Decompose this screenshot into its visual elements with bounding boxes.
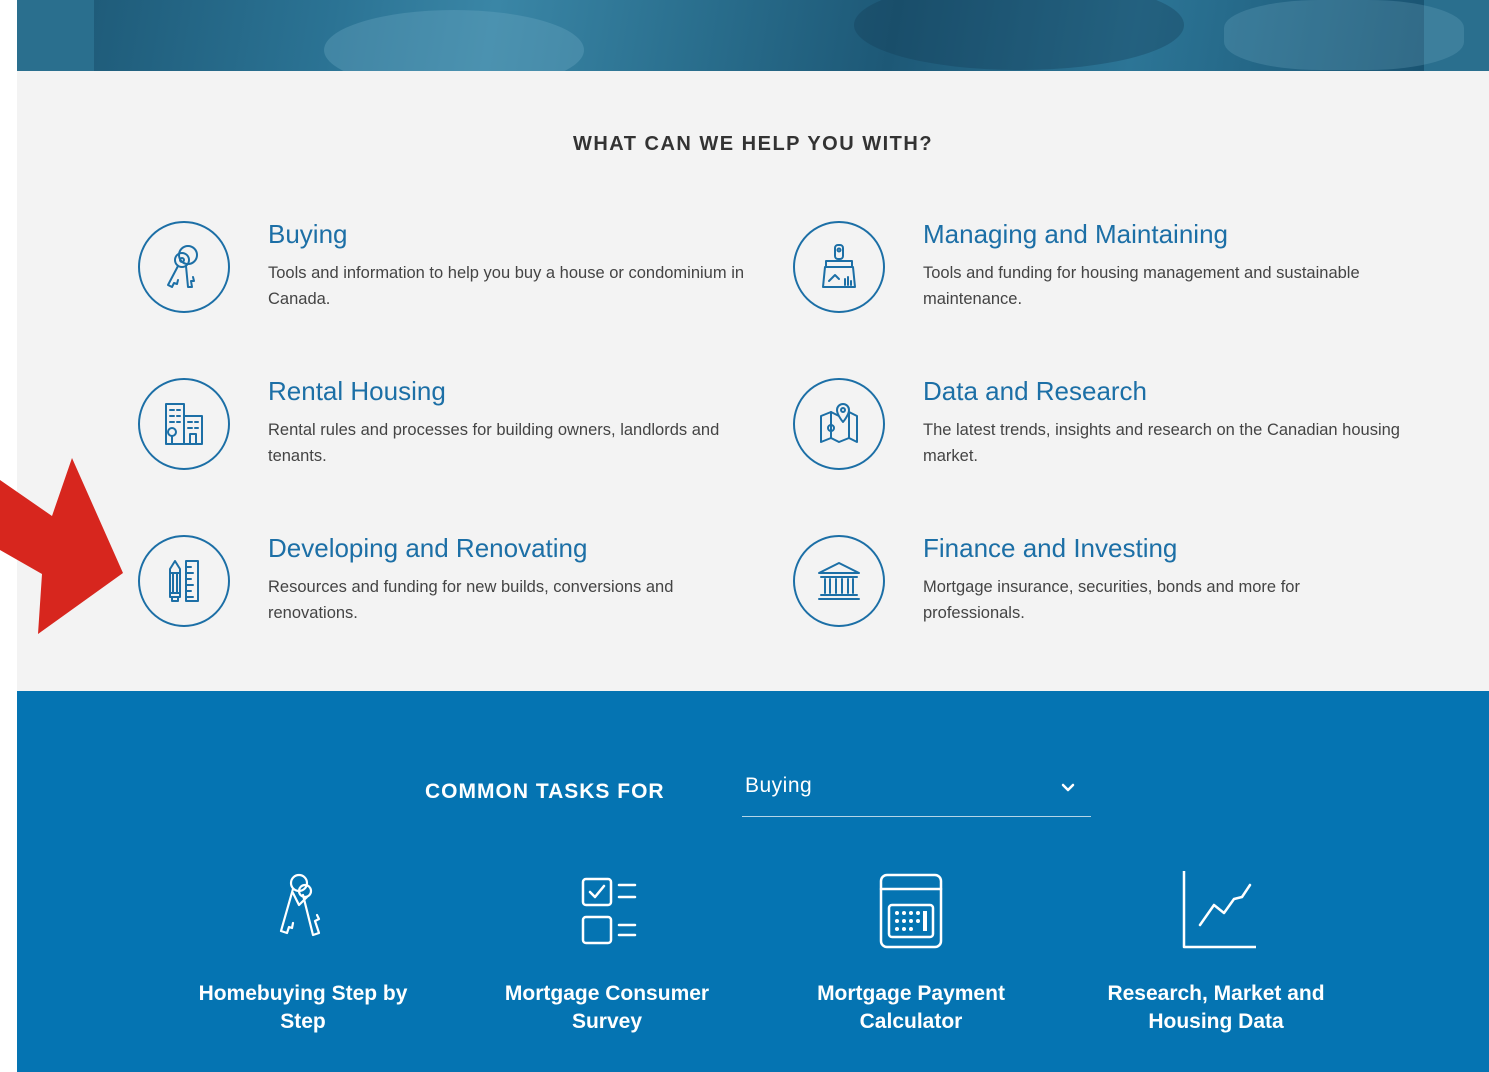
keys-icon[interactable] [138, 221, 230, 313]
help-item-desc: Mortgage insurance, securities, bonds an… [923, 578, 1300, 622]
help-section: WHAT CAN WE HELP YOU WITH? Buying Tools … [17, 71, 1489, 691]
select-value[interactable]: Buying [745, 774, 812, 798]
help-item-desc: Rental rules and processes for building … [268, 421, 720, 465]
common-tasks-label: COMMON TASKS FOR [425, 780, 665, 803]
task-homebuying[interactable]: Homebuying Step by Step [173, 871, 433, 1041]
help-item-title[interactable]: Rental Housing [268, 376, 446, 407]
task-label[interactable]: Mortgage Consumer Survey [477, 980, 737, 1036]
task-payment-calculator[interactable]: Mortgage Payment Calculator [781, 871, 1041, 1041]
hero-photo [94, 0, 1464, 71]
buildings-icon[interactable] [138, 378, 230, 470]
help-item-desc: Resources and funding for new builds, co… [268, 578, 674, 622]
task-category-select[interactable]: Buying [742, 769, 1091, 817]
task-label[interactable]: Mortgage Payment Calculator [781, 980, 1041, 1036]
task-consumer-survey[interactable]: Mortgage Consumer Survey [477, 871, 737, 1041]
task-label[interactable]: Research, Market and Housing Data [1086, 980, 1346, 1036]
help-item-desc: The latest trends, insights and research… [923, 421, 1400, 465]
task-research-data[interactable]: Research, Market and Housing Data [1086, 871, 1346, 1041]
red-arrow-annotation [0, 458, 123, 634]
help-item-title[interactable]: Managing and Maintaining [923, 219, 1228, 250]
task-label[interactable]: Homebuying Step by Step [173, 980, 433, 1036]
help-item-rental[interactable]: Rental Housing Rental rules and processe… [138, 376, 758, 488]
help-item-data-research[interactable]: Data and Research The latest trends, ins… [793, 376, 1413, 488]
line-chart-icon[interactable] [1176, 871, 1256, 951]
chevron-down-icon[interactable] [1059, 779, 1077, 797]
pencil-ruler-icon[interactable] [138, 535, 230, 627]
keys-icon[interactable] [263, 871, 343, 951]
help-item-developing[interactable]: Developing and Renovating Resources and … [138, 533, 758, 645]
help-item-title[interactable]: Developing and Renovating [268, 533, 587, 564]
hero-banner-image [17, 0, 1489, 71]
section-title: WHAT CAN WE HELP YOU WITH? [572, 133, 934, 155]
help-item-title[interactable]: Buying [268, 219, 348, 250]
help-item-managing[interactable]: Managing and Maintaining Tools and fundi… [793, 219, 1413, 331]
checklist-icon[interactable] [567, 871, 647, 951]
help-item-desc: Tools and information to help you buy a … [268, 264, 745, 308]
paint-brush-icon[interactable] [793, 221, 885, 313]
calculator-icon[interactable] [871, 871, 951, 951]
bank-icon[interactable] [793, 535, 885, 627]
map-pin-icon[interactable] [793, 378, 885, 470]
help-item-desc: Tools and funding for housing management… [923, 264, 1360, 308]
help-item-title[interactable]: Finance and Investing [923, 533, 1177, 564]
common-tasks-section: COMMON TASKS FOR Buying Homebuying Step … [17, 691, 1489, 1072]
help-item-buying[interactable]: Buying Tools and information to help you… [138, 219, 758, 331]
help-item-finance[interactable]: Finance and Investing Mortgage insurance… [793, 533, 1413, 645]
help-item-title[interactable]: Data and Research [923, 376, 1147, 407]
